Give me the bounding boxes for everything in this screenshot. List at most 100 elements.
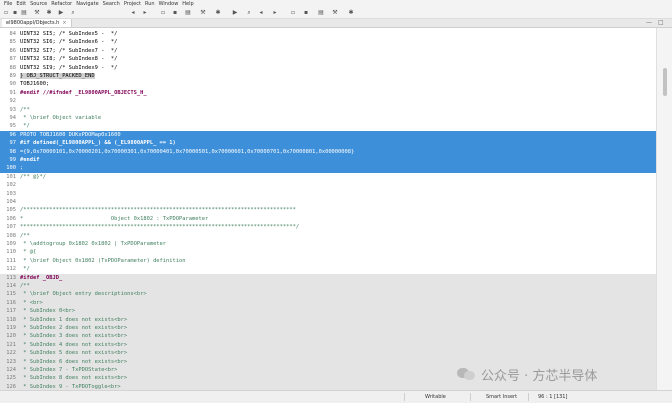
code-line[interactable]: 110 * @{ xyxy=(0,248,656,256)
menu-item[interactable]: Help xyxy=(182,0,193,8)
debug-icon[interactable]: ✱ xyxy=(348,10,354,16)
scrollbar-thumb[interactable] xyxy=(663,68,667,96)
tab-objects-h[interactable]: el9800appl/Objects.h × xyxy=(2,19,72,27)
code-line[interactable]: 92 xyxy=(0,97,656,105)
vertical-scrollbar[interactable] xyxy=(656,28,672,390)
code-line[interactable]: 109 * \addtogroup 0x1802 0x1802 | TxPDOP… xyxy=(0,240,656,248)
code-line[interactable]: 102 xyxy=(0,181,656,189)
code-line[interactable]: 88 UINT32 SI9; /* SubIndex9 - */ xyxy=(0,64,656,72)
code-line[interactable]: 101 /** @}*/ xyxy=(0,173,656,181)
new-icon[interactable]: ▫ xyxy=(160,10,166,16)
build-icon[interactable]: ⚒ xyxy=(200,10,206,16)
save-icon[interactable]: ▪ xyxy=(172,10,178,16)
code-line[interactable]: 104 xyxy=(0,198,656,206)
status-insert-mode: Smart Insert xyxy=(486,394,518,400)
run-icon[interactable]: ▶ xyxy=(58,10,64,16)
code-line[interactable]: 89} OBJ_STRUCT_PACKED_END xyxy=(0,72,656,80)
menu-item[interactable]: Source xyxy=(30,0,47,8)
print-icon[interactable]: ▤ xyxy=(21,10,27,16)
code-line[interactable]: 86 UINT32 SI7; /* SubIndex7 - */ xyxy=(0,47,656,55)
forward-icon[interactable]: ▸ xyxy=(142,10,148,16)
code-line[interactable]: 113 #ifdef _OBJD_ xyxy=(0,273,656,282)
code-text: ; xyxy=(20,165,24,172)
save-icon[interactable]: ▪ xyxy=(303,10,309,16)
line-number: 117 xyxy=(6,308,16,315)
print-icon[interactable]: ▤ xyxy=(318,10,324,16)
menu-item[interactable]: Project xyxy=(124,0,141,8)
code-line[interactable]: 120 * SubIndex 3 does not exists<br> xyxy=(0,332,656,341)
new-icon[interactable]: ▫ xyxy=(290,10,296,16)
wechat-icon xyxy=(457,367,477,381)
line-number: 116 xyxy=(6,299,16,306)
code-line[interactable]: 122 * SubIndex 5 does not exists<br> xyxy=(0,349,656,358)
search-icon[interactable]: ⌕ xyxy=(70,10,76,16)
code-line[interactable]: 90 TOBJ1600; xyxy=(0,80,656,88)
line-number: 113 xyxy=(6,274,16,281)
line-number: 100 xyxy=(6,165,16,172)
code-line[interactable]: 117 * SubIndex 0<br> xyxy=(0,307,656,316)
code-line[interactable]: 87 UINT32 SI8; /* SubIndex8 - */ xyxy=(0,55,656,63)
line-number: 125 xyxy=(6,375,16,382)
code-line[interactable]: 95 */ xyxy=(0,122,656,130)
code-text: */ xyxy=(20,266,30,273)
code-line[interactable]: 121 * SubIndex 4 does not exists<br> xyxy=(0,340,656,350)
menu-item[interactable]: Navigate xyxy=(76,0,98,8)
line-number: 121 xyxy=(6,341,16,348)
debug-icon[interactable]: ✱ xyxy=(46,10,52,16)
code-line[interactable]: 116 * <br> xyxy=(0,298,656,308)
menu-item[interactable]: Window xyxy=(159,0,179,8)
status-divider xyxy=(404,393,405,401)
menu-item[interactable]: Refactor xyxy=(51,0,72,8)
close-icon[interactable]: × xyxy=(62,20,66,26)
menu-item[interactable]: File xyxy=(4,0,12,8)
back-icon[interactable]: ◂ xyxy=(258,10,264,16)
code-line[interactable]: 91 #endif //#ifndef _EL9800APPL_OBJECTS_H… xyxy=(0,89,656,97)
code-line[interactable]: 85 UINT32 SI6; /* SubIndex6 - */ xyxy=(0,38,656,46)
line-number: 94 xyxy=(9,115,17,121)
code-text: /** xyxy=(20,106,30,113)
code-line[interactable]: 94 * \brief Object variable xyxy=(0,114,656,122)
code-editor[interactable]: 84 UINT32 SI5; /* SubIndex5 - */85 UINT32 … xyxy=(0,28,656,390)
forward-icon[interactable]: ▸ xyxy=(272,10,278,16)
new-icon[interactable]: ▫ xyxy=(3,10,9,16)
save-icon[interactable]: ▪ xyxy=(12,10,18,16)
code-line[interactable]: 99 #endif xyxy=(0,156,656,165)
build-icon[interactable]: ⚒ xyxy=(34,10,40,16)
menu-item[interactable]: Search xyxy=(103,0,120,8)
build-icon[interactable]: ⚒ xyxy=(332,10,338,16)
line-number: 126 xyxy=(6,383,16,390)
code-text: * SubIndex 6 does not exists<br> xyxy=(20,358,128,365)
line-number: 91 xyxy=(9,89,17,96)
line-number: 118 xyxy=(6,316,16,323)
code-text: ****************************************… xyxy=(20,224,300,231)
search-icon[interactable]: ⌕ xyxy=(246,10,252,16)
minimize-icon[interactable]: — xyxy=(646,19,652,27)
code-line[interactable]: 114 /** xyxy=(0,282,656,291)
code-line[interactable]: 84 UINT32 SI5; /* SubIndex5 - */ xyxy=(0,30,656,38)
code-line[interactable]: 119 * SubIndex 2 does not exists<br> xyxy=(0,324,656,333)
menu-item[interactable]: Run xyxy=(145,0,155,8)
code-line[interactable]: 93/** xyxy=(0,106,656,114)
print-icon[interactable]: ▤ xyxy=(185,10,191,16)
code-line[interactable]: 118 * SubIndex 1 does not exists<br> xyxy=(0,315,656,324)
maximize-icon[interactable]: □ xyxy=(658,19,664,27)
code-line[interactable]: 106 * Object 0x1802 : TxPDOParameter xyxy=(0,215,656,223)
back-icon[interactable]: ◂ xyxy=(130,10,136,16)
menu-item[interactable]: Edit xyxy=(16,0,26,8)
code-line[interactable]: 103 xyxy=(0,190,656,198)
code-line[interactable]: 97 #if defined(_EL9800APPL_) && (_EL9800A… xyxy=(0,139,656,148)
toolbar: ▫ ▪ ▤ ⚒ ✱ ▶ ⌕ ◂ ▸ ▫ ▪ ▤ ⚒ ✱ ▶ ⌕ ◂ ▸ ▫ ▪ ▤ ⚒ ✱ xyxy=(0,8,672,19)
line-number: 101 xyxy=(6,173,16,180)
code-line[interactable]: 105 /************************************… xyxy=(0,206,656,214)
code-line[interactable]: 115 * \brief Object entry descriptions<b… xyxy=(0,290,656,299)
code-line[interactable]: 112 */ xyxy=(0,265,656,273)
code-line[interactable]: 111 * \brief Object 0x1802 (TxPDOParamet… xyxy=(0,257,656,265)
status-cursor-position: 96 : 1 [131] xyxy=(538,394,568,400)
code-line[interactable]: 108 /** xyxy=(0,232,656,240)
debug-icon[interactable]: ✱ xyxy=(215,10,221,16)
code-line[interactable]: 96 PROTO TOBJ1600 DUKxPDOMap0x1600 xyxy=(0,130,656,140)
code-line[interactable]: 107 *************************************… xyxy=(0,223,656,231)
run-icon[interactable]: ▶ xyxy=(232,10,238,16)
code-line[interactable]: 98 ={9,0x70000101,0x70000201,0x70000301,0… xyxy=(0,147,656,156)
code-line[interactable]: 100; xyxy=(0,164,656,173)
